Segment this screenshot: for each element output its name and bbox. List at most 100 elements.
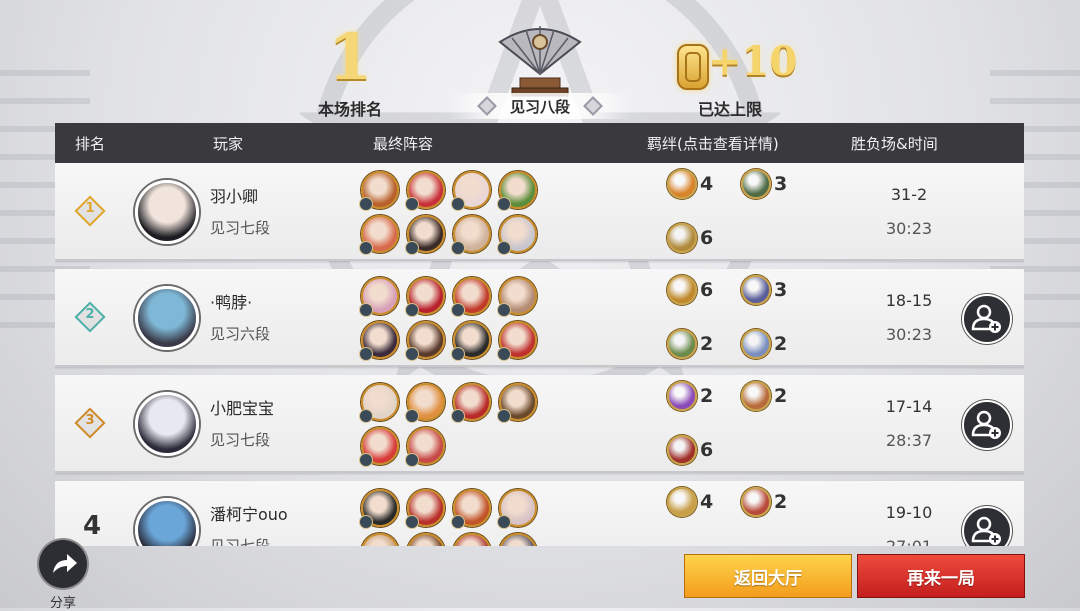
oni-icon (741, 275, 771, 305)
hero-star-icon (359, 303, 373, 317)
hero-portrait[interactable] (497, 383, 537, 423)
hero-portrait[interactable] (361, 533, 399, 546)
player-tier: 见习七段 (210, 219, 271, 237)
add-friend-button[interactable] (962, 400, 1012, 450)
hero-portrait[interactable] (497, 215, 537, 255)
hero-portrait[interactable] (407, 533, 445, 546)
bond-item[interactable]: 6 (667, 223, 713, 253)
coin-icon (667, 275, 697, 305)
hero-portrait[interactable] (453, 533, 491, 546)
wing-icon (741, 329, 771, 359)
hero-portrait[interactable] (451, 383, 491, 423)
bond-item[interactable]: 2 (667, 329, 713, 359)
player-avatar[interactable] (135, 498, 199, 546)
player-avatar[interactable] (135, 286, 199, 350)
rank-badge: 1 (74, 195, 106, 227)
bond-item[interactable]: 6 (667, 435, 713, 465)
player-name: 羽小卿 (210, 187, 259, 206)
hero-star-icon (359, 197, 373, 211)
table-row[interactable]: 4 潘柯宁ouo 见习七段 4 2 19-10 27:01 (55, 481, 1024, 546)
player-avatar[interactable] (135, 180, 199, 244)
table-row[interactable]: 1 羽小卿 见习七段 4 3 6 31-2 30:23 (55, 163, 1024, 261)
hero-portrait[interactable] (359, 215, 399, 255)
hero-portrait[interactable] (497, 277, 537, 317)
bond-count: 4 (700, 491, 714, 513)
hero-portrait[interactable] (405, 277, 445, 317)
match-rank-caption: 本场排名 (317, 100, 382, 119)
rank-number: 4 (82, 511, 102, 541)
bond-count: 3 (774, 173, 788, 195)
hero-portrait[interactable] (359, 277, 399, 317)
bond-item[interactable]: 2 (741, 381, 787, 411)
bond-count: 4 (700, 173, 714, 195)
hero-portrait[interactable] (359, 489, 399, 529)
add-friend-button[interactable] (962, 506, 1012, 546)
hero-portrait[interactable] (405, 383, 445, 423)
play-again-button[interactable]: 再来一局 (857, 554, 1025, 598)
hero-star-icon (497, 409, 511, 423)
bond-item[interactable]: 2 (667, 381, 713, 411)
bond-item[interactable]: 3 (741, 169, 787, 199)
add-friend-icon (971, 516, 1001, 545)
hero-star-icon (451, 241, 465, 255)
player-name: 潘柯宁ouo (210, 505, 288, 524)
bond-item[interactable]: 2 (741, 329, 787, 359)
hero-portrait[interactable] (405, 171, 445, 211)
bond-item[interactable]: 2 (741, 487, 787, 517)
hero-star-icon (451, 409, 465, 423)
hero-star-icon (451, 347, 465, 361)
hero-portrait[interactable] (359, 383, 399, 423)
hero-star-icon (451, 303, 465, 317)
hero-star-icon (497, 515, 511, 529)
hero-portrait[interactable] (497, 489, 537, 529)
table-row[interactable]: 3 小肥宝宝 见习七段 2 2 6 17-14 28:37 (55, 375, 1024, 473)
column-header-bonds: 羁绊(点击查看详情) (647, 135, 779, 153)
hero-star-icon (359, 241, 373, 255)
hero-star-icon (359, 409, 373, 423)
results-table-body[interactable]: 1 羽小卿 见习七段 4 3 6 31-2 30:23 2 ·鸭脖· 见习六段 6 3 2 2 18-15 30… (55, 163, 1024, 546)
bond-count: 2 (774, 333, 788, 355)
add-friend-button[interactable] (962, 294, 1012, 344)
bond-item[interactable]: 3 (741, 275, 787, 305)
hero-portrait[interactable] (451, 277, 491, 317)
table-row[interactable]: 2 ·鸭脖· 见习六段 6 3 2 2 18-15 30:23 (55, 269, 1024, 367)
bond-count: 6 (700, 439, 714, 461)
bond-item[interactable]: 6 (667, 275, 713, 305)
return-lobby-button[interactable]: 返回大厅 (684, 554, 852, 598)
hero-portrait[interactable] (359, 427, 399, 467)
hero-portrait[interactable] (405, 215, 445, 255)
flame-icon (667, 381, 697, 411)
scroll-icon (667, 329, 697, 359)
final-lineup (359, 171, 551, 255)
torii-icon (667, 487, 697, 517)
hero-portrait[interactable] (405, 489, 445, 529)
hero-portrait[interactable] (359, 321, 399, 361)
hero-portrait[interactable] (359, 171, 399, 211)
bond-count: 2 (700, 333, 714, 355)
hero-portrait[interactable] (451, 321, 491, 361)
paw-icon (667, 169, 697, 199)
hero-portrait[interactable] (451, 489, 491, 529)
bond-item[interactable]: 4 (667, 169, 713, 199)
match-rank-number: 1 (328, 20, 373, 95)
hero-portrait[interactable] (497, 321, 537, 361)
share-button[interactable] (39, 540, 87, 588)
rank-number: 2 (85, 307, 95, 322)
hero-portrait[interactable] (499, 533, 537, 546)
hero-portrait[interactable] (451, 171, 491, 211)
hero-portrait[interactable] (497, 171, 537, 211)
hero-star-icon (497, 197, 511, 211)
hero-portrait[interactable] (405, 321, 445, 361)
hero-star-icon (359, 347, 373, 361)
player-name: ·鸭脖· (210, 293, 253, 312)
player-name: 小肥宝宝 (210, 399, 275, 418)
player-avatar[interactable] (135, 392, 199, 456)
bond-item[interactable]: 4 (667, 487, 713, 517)
hero-portrait[interactable] (451, 215, 491, 255)
fan-trophy-icon (498, 26, 582, 97)
current-tier-label: 见习八段 (509, 97, 570, 116)
diamond-ornament-icon (583, 96, 603, 116)
hero-portrait[interactable] (405, 427, 445, 467)
rank-number: 1 (85, 201, 95, 216)
win-loss-record: 18-15 (885, 291, 933, 310)
